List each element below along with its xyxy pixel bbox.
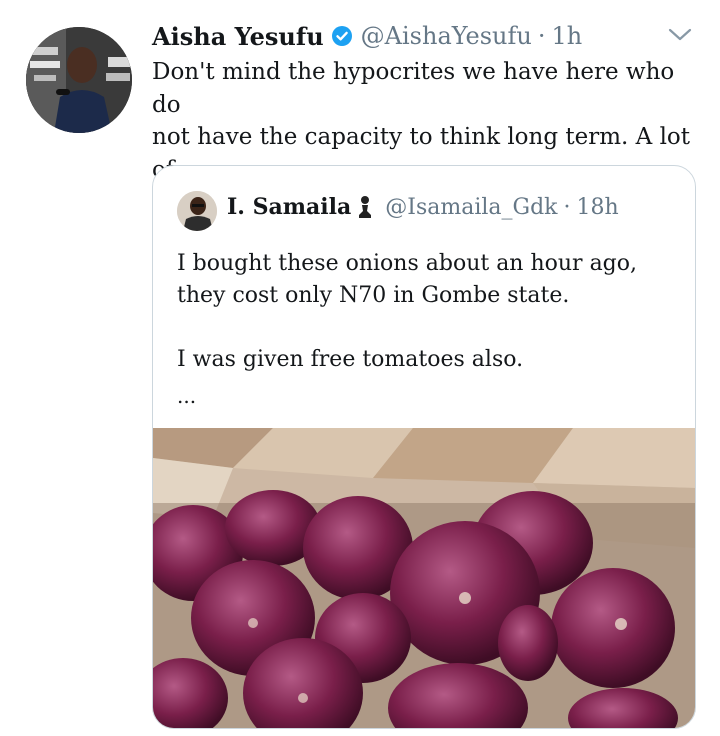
- quoted-separator-dot: ·: [563, 194, 571, 220]
- author-handle[interactable]: @AishaYesufu: [361, 22, 532, 50]
- chevron-down-icon[interactable]: [666, 25, 694, 45]
- author-avatar[interactable]: [26, 27, 132, 133]
- verified-badge-icon: [331, 25, 353, 47]
- quoted-tweet-card[interactable]: I. Samaila @Isamaila_Gdk · 18h I bought …: [152, 165, 696, 729]
- tweet-timestamp[interactable]: 1h: [551, 22, 582, 50]
- quoted-tweet-ellipsis: ...: [177, 384, 197, 408]
- quoted-tweet-header: I. Samaila @Isamaila_Gdk · 18h: [227, 194, 619, 220]
- quoted-tweet-text: I bought these onions about an hour ago,…: [177, 251, 638, 372]
- quoted-author-name[interactable]: I. Samaila: [227, 194, 351, 220]
- onions-photo[interactable]: [153, 428, 695, 728]
- quoted-author-avatar[interactable]: [177, 191, 217, 231]
- author-name[interactable]: Aisha Yesufu: [152, 22, 324, 51]
- separator-dot: ·: [537, 22, 546, 50]
- tweet-header: Aisha Yesufu @AishaYesufu · 1h: [152, 20, 582, 52]
- chess-pawn-icon: [355, 195, 375, 219]
- quoted-author-handle[interactable]: @Isamaila_Gdk: [385, 195, 557, 220]
- quoted-tweet-timestamp[interactable]: 18h: [577, 195, 619, 220]
